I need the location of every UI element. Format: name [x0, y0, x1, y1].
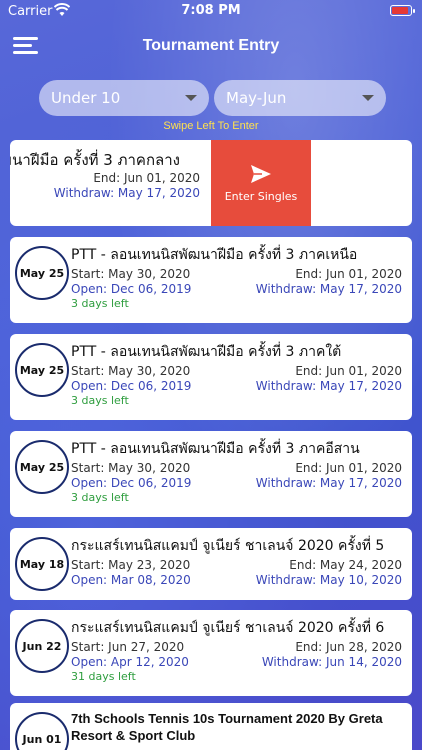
tournament-card[interactable]: Jun 01 7th Schools Tennis 10s Tournament… — [10, 703, 412, 750]
open-date: Open: Mar 08, 2020 — [71, 573, 191, 587]
end-date: End: Jun 01, 2020 — [93, 171, 200, 185]
tournament-card[interactable]: May 18 กระแสร์เทนนิสแคมป์ จูเนียร์ ชาเลน… — [10, 528, 412, 600]
withdraw-date: Withdraw: May 17, 2020 — [255, 282, 402, 296]
open-date: Open: Dec 06, 2019 — [71, 282, 192, 296]
chevron-down-icon — [362, 95, 374, 101]
end-date: End: Jun 28, 2020 — [295, 640, 402, 654]
age-group-dropdown[interactable]: Under 10 — [39, 80, 209, 116]
start-date: Start: May 30, 2020 — [71, 461, 191, 475]
tournament-title: 7th Schools Tennis 10s Tournament 2020 B… — [71, 711, 383, 743]
age-group-value: Under 10 — [51, 89, 121, 107]
page-title: Tournament Entry — [142, 37, 280, 54]
enter-singles-label: Enter Singles — [224, 189, 298, 203]
start-date: Start: May 23, 2020 — [71, 558, 191, 572]
days-left: 3 days left — [71, 394, 129, 407]
tournament-title: PTT - ลอนเทนนิสพัฒนาฝีมือ ครั้งที่ 3 ภาค… — [71, 441, 360, 457]
date-badge: Jun 22 — [15, 619, 69, 673]
tournament-title: PTT - ลอนเทนนิสพัฒนาฝีมือ ครั้งที่ 3 ภาค… — [71, 344, 342, 360]
tournament-title: กระแสร์เทนนิสแคมป์ จูเนียร์ ชาเลนจ์ 2020… — [71, 620, 385, 636]
tournament-title: กระแสร์เทนนิสแคมป์ จูเนียร์ ชาเลนจ์ 2020… — [71, 538, 385, 554]
days-left: 3 days left — [71, 491, 129, 504]
date-badge: Jun 01 — [15, 712, 69, 750]
month-range-dropdown[interactable]: May-Jun — [214, 80, 386, 116]
start-date: Start: Jun 27, 2020 — [71, 640, 185, 654]
end-date: End: Jun 01, 2020 — [295, 267, 402, 281]
battery-icon — [390, 5, 415, 16]
withdraw-date: Withdraw: May 17, 2020 — [255, 379, 402, 393]
start-date: Start: May 30, 2020 — [71, 364, 191, 378]
tournament-title: มนาฝีมือ ครั้งที่ 3 ภาคกลาง — [10, 151, 180, 169]
end-date: End: May 24, 2020 — [289, 558, 402, 572]
send-icon — [251, 164, 271, 183]
open-date: Open: Apr 12, 2020 — [71, 655, 189, 669]
date-badge: May 25 — [15, 246, 69, 300]
open-date: Open: Dec 06, 2019 — [71, 379, 192, 393]
date-badge: May 25 — [15, 343, 69, 397]
date-badge: May 25 — [15, 440, 69, 494]
tournament-card[interactable]: May 25 PTT - ลอนเทนนิสพัฒนาฝีมือ ครั้งที… — [10, 431, 412, 517]
status-bar: Carrier 7:08 PM — [0, 0, 422, 22]
tournament-card[interactable]: May 25 PTT - ลอนเทนนิสพัฒนาฝีมือ ครั้งที… — [10, 334, 412, 420]
swiped-tournament-card[interactable]: มนาฝีมือ ครั้งที่ 3 ภาคกลาง End: Jun 01,… — [10, 140, 412, 226]
end-date: End: Jun 01, 2020 — [295, 461, 402, 475]
month-range-value: May-Jun — [226, 89, 287, 107]
swiped-card-content: มนาฝีมือ ครั้งที่ 3 ภาคกลาง End: Jun 01,… — [10, 140, 210, 226]
start-date: Start: May 30, 2020 — [71, 267, 191, 281]
swipe-hint: Swipe Left To Enter — [163, 120, 259, 132]
withdraw-date: Withdraw: Jun 14, 2020 — [261, 655, 402, 669]
withdraw-date: Withdraw: May 10, 2020 — [255, 573, 402, 587]
open-date: Open: Dec 06, 2019 — [71, 476, 192, 490]
tournament-title: PTT - ลอนเทนนิสพัฒนาฝีมือ ครั้งที่ 3 ภาค… — [71, 247, 358, 263]
end-date: End: Jun 01, 2020 — [295, 364, 402, 378]
withdraw-date: Withdraw: May 17, 2020 — [255, 476, 402, 490]
status-time: 7:08 PM — [181, 3, 241, 18]
date-badge: May 18 — [15, 537, 69, 591]
days-left: 31 days left — [71, 670, 136, 683]
days-left: 3 days left — [71, 297, 129, 310]
tournament-card[interactable]: May 25 PTT - ลอนเทนนิสพัฒนาฝีมือ ครั้งที… — [10, 237, 412, 323]
chevron-down-icon — [185, 95, 197, 101]
enter-singles-button[interactable]: Enter Singles — [211, 140, 311, 226]
withdraw-date: Withdraw: May 17, 2020 — [53, 186, 200, 200]
tournament-card[interactable]: Jun 22 กระแสร์เทนนิสแคมป์ จูเนียร์ ชาเลน… — [10, 610, 412, 696]
